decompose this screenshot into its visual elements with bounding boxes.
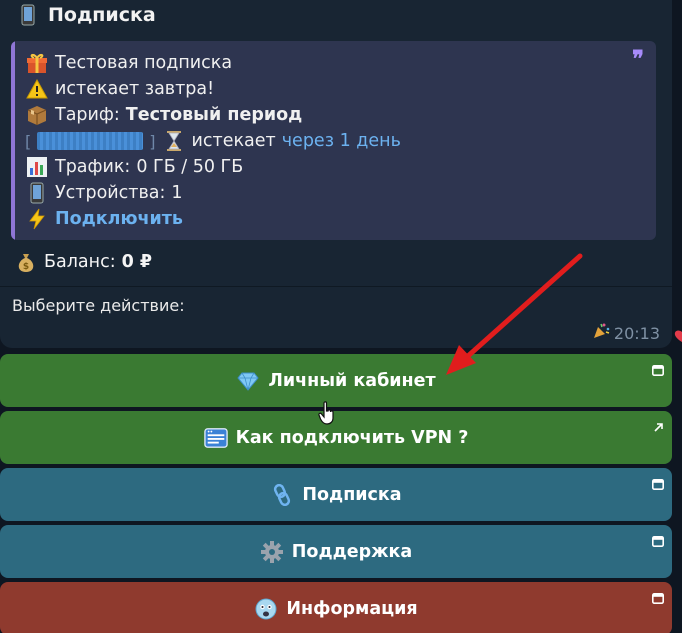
balance-label: Баланс: (44, 252, 116, 272)
webapp-icon (652, 475, 664, 495)
gift-icon (25, 51, 49, 75)
expires-label: истекает (191, 131, 276, 151)
heart-reaction-icon[interactable] (672, 328, 682, 342)
message-meta: 20:13 (592, 322, 660, 344)
button-label: Поддержка (291, 541, 413, 562)
connect-link[interactable]: Подключить (55, 209, 183, 229)
expires-link[interactable]: через 1 день (282, 131, 401, 151)
phone-icon (25, 181, 49, 205)
devices-value: 1 (171, 183, 183, 203)
traffic-value: 0 ГБ / 50 ГБ (136, 157, 244, 177)
balance-value: 0 ₽ (121, 252, 153, 272)
message-header: Подписка (16, 2, 156, 28)
timestamp: 20:13 (613, 323, 660, 343)
subscription-button[interactable]: Подписка (0, 468, 672, 521)
connect-line: Подключить (25, 206, 183, 232)
subscription-quote: ❞ Тестовая подписка истекает завтра! Тар… (11, 41, 656, 240)
personal-cabinet-button[interactable]: Личный кабинет (0, 354, 672, 407)
link-icon (270, 483, 294, 507)
traffic-label: Трафик: (55, 157, 131, 177)
external-link-icon (653, 418, 664, 438)
hourglass-icon (162, 129, 186, 153)
webapp-icon (652, 589, 664, 609)
tariff-label: Тариф: (55, 105, 120, 125)
header-title: Подписка (48, 4, 156, 26)
support-button[interactable]: Поддержка (0, 525, 672, 578)
button-label: Как подключить VPN ? (235, 427, 469, 448)
quote-bar (11, 41, 15, 240)
divider (0, 286, 672, 287)
browser-window-icon (203, 426, 228, 450)
webapp-icon (652, 361, 664, 381)
subscription-name-line: Тестовая подписка (25, 50, 232, 76)
expiry-warning: истекает завтра! (55, 79, 215, 99)
button-label: Информация (286, 598, 418, 619)
how-to-connect-vpn-button[interactable]: Как подключить VPN ? (0, 411, 672, 464)
button-label: Личный кабинет (268, 370, 436, 391)
traffic-line: Трафик: 0 ГБ / 50 ГБ (25, 154, 243, 180)
tariff-value: Тестовый период (125, 105, 303, 125)
package-icon (25, 103, 49, 127)
phone-icon (16, 3, 40, 27)
party-popper-icon (592, 322, 610, 344)
money-bag-icon: $ (14, 250, 38, 274)
devices-line: Устройства: 1 (25, 180, 183, 206)
bar-chart-icon (25, 155, 49, 179)
svg-text:$: $ (23, 262, 29, 272)
hand-pointer-cursor-icon (318, 401, 336, 429)
quote-mark-icon: ❞ (632, 46, 644, 72)
gear-icon (260, 540, 284, 564)
webapp-icon (652, 532, 664, 552)
gem-icon (236, 369, 260, 393)
information-button[interactable]: Информация (0, 582, 672, 633)
tariff-line: Тариф: Тестовый период (25, 102, 302, 128)
hidden-spoiler[interactable] (37, 132, 144, 150)
balance-line: $ Баланс: 0 ₽ (14, 249, 152, 275)
devices-label: Устройства: (55, 183, 166, 203)
action-prompt: Выберите действие: (12, 296, 185, 315)
button-label: Подписка (302, 484, 402, 505)
warning-icon (25, 77, 49, 101)
info-face-icon (254, 597, 278, 621)
expires-line: [ ] истекает через 1 день (25, 129, 401, 153)
lightning-icon (25, 207, 49, 231)
subscription-name: Тестовая подписка (55, 53, 233, 73)
expiry-warning-line: истекает завтра! (25, 76, 214, 102)
